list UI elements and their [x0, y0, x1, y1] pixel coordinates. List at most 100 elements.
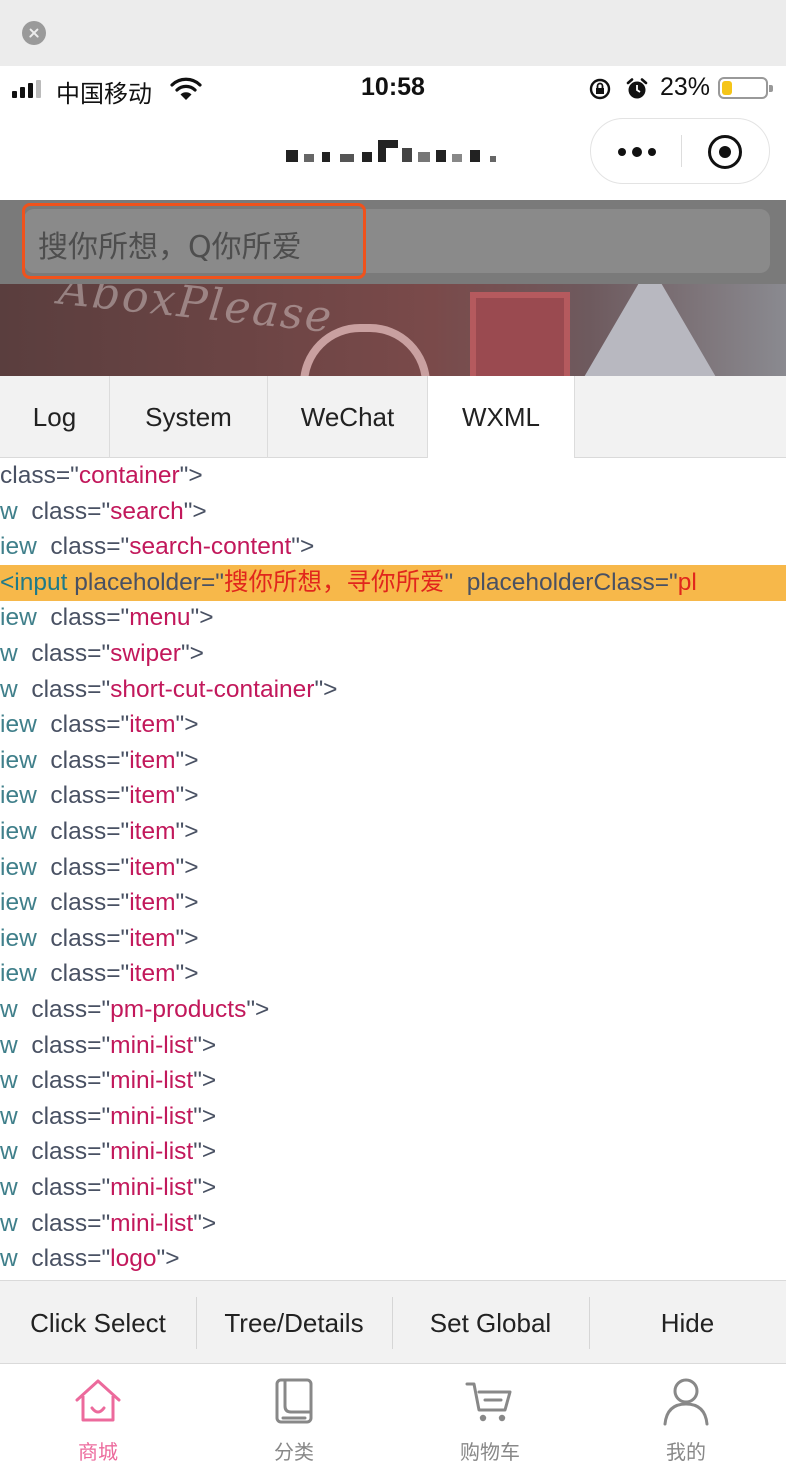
wxml-punct: " [193, 1067, 202, 1095]
wxml-line[interactable]: w class="mini-list"> [0, 1206, 216, 1242]
wxml-punct: =" [106, 818, 130, 845]
wxml-line[interactable]: iew class="item"> [0, 921, 199, 957]
wxml-punct: =" [106, 746, 130, 774]
wxml-line[interactable]: w class="logo"> [0, 1241, 180, 1277]
wxml-tag: w [0, 1174, 18, 1201]
wxml-line[interactable]: iew class="menu"> [0, 600, 214, 636]
close-target-icon[interactable] [708, 135, 742, 169]
wxml-tag: iew [0, 711, 37, 739]
wxml-punct: > [192, 497, 207, 525]
wxml-line[interactable]: iew class="item"> [0, 850, 199, 886]
wxml-attr: class [50, 711, 107, 739]
tab-system[interactable]: System [110, 376, 268, 458]
wxml-value: item [129, 711, 176, 739]
wxml-line[interactable]: class="container"> [0, 458, 203, 494]
wxml-punct: " [193, 1209, 202, 1237]
wxml-punct [37, 604, 51, 631]
wxml-line[interactable]: w class="swiper"> [0, 636, 204, 672]
wxml-line[interactable]: iew class="item"> [0, 743, 199, 779]
wxml-line[interactable]: iew class="item"> [0, 956, 199, 992]
wxml-tag: w [0, 497, 18, 525]
wxml-line[interactable]: w class="search"> [0, 494, 207, 530]
wxml-line[interactable]: iew class="item"> [0, 885, 199, 921]
wxml-line[interactable]: <input placeholder="搜你所想，寻你所爱" placehold… [0, 564, 786, 601]
wxml-line[interactable]: iew class="item"> [0, 778, 199, 814]
wxml-tag: iew [0, 960, 37, 988]
hide-button[interactable]: Hide [589, 1281, 786, 1365]
tab-wxml[interactable]: WXML [428, 376, 575, 458]
wxml-punct: " [175, 960, 185, 988]
close-icon[interactable] [22, 21, 46, 45]
wxml-line[interactable]: w class="mini-list"> [0, 1099, 216, 1135]
wxml-value: container [78, 462, 180, 489]
wxml-line[interactable]: iew class="item"> [0, 707, 199, 743]
wxml-punct: > [201, 1138, 217, 1166]
wxml-punct: " [156, 1245, 166, 1273]
cart-icon [465, 1382, 512, 1422]
tabbar-item-cart[interactable]: 购物车 [392, 1364, 588, 1464]
wxml-attr: class [31, 640, 88, 667]
wxml-punct: " [314, 675, 324, 703]
wxml-line[interactable]: w class="mini-list"> [0, 1134, 216, 1170]
banner-image[interactable]: AboxPlease [0, 284, 786, 376]
battery-icon [718, 77, 773, 99]
wxml-tag: iew [0, 533, 37, 561]
alarm-icon [626, 78, 648, 99]
wxml-attr: class [31, 1138, 88, 1166]
wxml-value: mini-list [110, 1209, 194, 1237]
more-options-button[interactable] [591, 119, 681, 183]
wxml-punct [37, 889, 51, 916]
wxml-tag: <input [0, 568, 68, 596]
wxml-line[interactable]: w class="pm-products"> [0, 992, 269, 1028]
wxml-punct: > [323, 675, 338, 703]
wxml-attr: class [50, 889, 107, 917]
wxml-punct: =" [87, 1138, 111, 1166]
wxml-attr: class [50, 924, 107, 952]
wxml-attr: class [31, 1031, 88, 1059]
tabbar-item-category[interactable]: 分类 [196, 1364, 392, 1464]
wxml-punct [18, 1174, 32, 1201]
category-icon [275, 1378, 313, 1424]
wxml-punct [18, 640, 32, 667]
wxml-punct [37, 818, 51, 845]
tabbar-item-mall[interactable]: 商城 [0, 1364, 196, 1464]
wxml-tag: iew [0, 782, 37, 810]
wxml-tag: w [0, 640, 18, 667]
wxml-punct: > [184, 782, 199, 810]
wxml-attr: class [50, 604, 107, 632]
tabbar-item-me[interactable]: 我的 [588, 1364, 784, 1464]
tab-log[interactable]: Log [0, 376, 110, 458]
wxml-attr: placeholder [74, 568, 201, 596]
inspector-selection-outline [22, 203, 366, 279]
wxml-punct: > [189, 640, 204, 667]
wxml-value: swiper [110, 640, 181, 667]
wxml-punct: " [444, 568, 454, 596]
wxml-punct: =" [87, 1209, 111, 1237]
tree-details-button[interactable]: Tree/Details [196, 1281, 392, 1365]
wxml-line[interactable]: iew class="search-content"> [0, 529, 314, 565]
tab-wechat[interactable]: WeChat [268, 376, 428, 458]
wxml-punct: =" [106, 853, 130, 881]
wxml-value: item [129, 782, 176, 810]
wxml-punct [18, 498, 32, 525]
wxml-punct: " [175, 782, 185, 810]
wxml-punct: =" [106, 711, 130, 739]
wxml-line[interactable]: w class="mini-list"> [0, 1028, 216, 1064]
wxml-line[interactable]: w class="mini-list"> [0, 1170, 216, 1206]
set-global-button[interactable]: Set Global [392, 1281, 589, 1365]
wxml-line[interactable]: iew class="item"> [0, 814, 199, 850]
wxml-punct [37, 782, 51, 809]
wxml-tree: class="container"> w class="search"> iew c… [0, 458, 786, 1280]
wxml-punct: =" [200, 568, 224, 596]
wxml-punct [453, 569, 467, 596]
wxml-punct [18, 676, 32, 703]
wxml-line[interactable]: w class="mini-list"> [0, 1063, 216, 1099]
wxml-punct [37, 533, 51, 560]
wxml-value: search-content [129, 533, 292, 561]
wxml-line[interactable]: w class="short-cut-container"> [0, 672, 337, 708]
top-strip [0, 0, 786, 66]
wxml-punct [37, 854, 51, 881]
click-select-button[interactable]: Click Select [0, 1281, 196, 1365]
wxml-punct: " [175, 746, 185, 774]
wxml-attr: class [50, 960, 107, 988]
